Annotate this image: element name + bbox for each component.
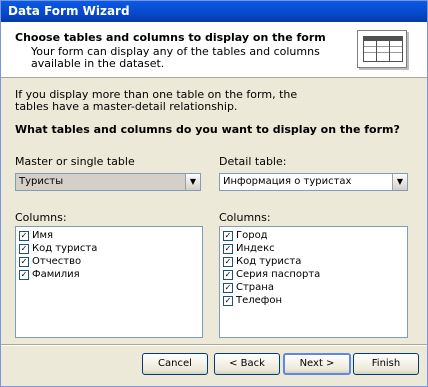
checkbox-checked[interactable]: ✓ bbox=[223, 270, 233, 280]
window-title: Data Form Wizard bbox=[8, 4, 130, 18]
list-item[interactable]: ✓ Телефон bbox=[220, 294, 407, 307]
list-item[interactable]: ✓ Код туриста bbox=[220, 255, 407, 268]
list-item[interactable]: ✓ Страна bbox=[220, 281, 407, 294]
list-item[interactable]: ✓ Индекс bbox=[220, 242, 407, 255]
intro-text: If you display more than one table on th… bbox=[15, 88, 298, 113]
finish-button[interactable]: Finish bbox=[353, 353, 419, 375]
chevron-down-icon[interactable]: ▼ bbox=[185, 174, 200, 190]
next-button[interactable]: Next > bbox=[283, 353, 351, 375]
checkbox-checked[interactable]: ✓ bbox=[223, 296, 233, 306]
footer-divider bbox=[1, 344, 427, 346]
checkbox-checked[interactable]: ✓ bbox=[19, 244, 29, 254]
detail-table-label: Detail table: bbox=[219, 155, 287, 168]
header-subtitle: Your form can display any of the tables … bbox=[31, 45, 320, 70]
list-item[interactable]: ✓ Фамилия bbox=[16, 268, 202, 281]
header-title: Choose tables and columns to display on … bbox=[15, 31, 326, 44]
checkbox-checked[interactable]: ✓ bbox=[223, 244, 233, 254]
wizard-window: Data Form Wizard Choose tables and colum… bbox=[0, 0, 428, 387]
master-table-label: Master or single table bbox=[15, 155, 135, 168]
detail-columns-list[interactable]: ✓ Город ✓ Индекс ✓ Код туриста ✓ Серия паспо… bbox=[219, 226, 408, 338]
master-columns-label: Columns: bbox=[15, 211, 67, 224]
master-table-select[interactable]: Туристы ▼ bbox=[15, 173, 201, 191]
detail-columns-label: Columns: bbox=[219, 211, 271, 224]
master-table-value: Туристы bbox=[19, 176, 64, 187]
list-item[interactable]: ✓ Отчество bbox=[16, 255, 202, 268]
checkbox-checked[interactable]: ✓ bbox=[19, 231, 29, 241]
detail-table-select[interactable]: Информация о туристах ▼ bbox=[219, 173, 408, 191]
question-text: What tables and columns do you want to d… bbox=[15, 123, 400, 136]
list-item[interactable]: ✓ Имя bbox=[16, 229, 202, 242]
list-item[interactable]: ✓ Серия паспорта bbox=[220, 268, 407, 281]
master-columns-list[interactable]: ✓ Имя ✓ Код туриста ✓ Отчество ✓ Фамилия bbox=[15, 226, 203, 338]
checkbox-checked[interactable]: ✓ bbox=[19, 257, 29, 267]
back-button[interactable]: < Back bbox=[214, 353, 280, 375]
title-bar[interactable]: Data Form Wizard bbox=[1, 1, 427, 22]
checkbox-checked[interactable]: ✓ bbox=[223, 283, 233, 293]
list-item[interactable]: ✓ Код туриста bbox=[16, 242, 202, 255]
wizard-header: Choose tables and columns to display on … bbox=[1, 22, 427, 78]
detail-table-value: Информация о туристах bbox=[223, 176, 352, 187]
cancel-button[interactable]: Cancel bbox=[142, 353, 208, 375]
data-form-icon bbox=[357, 30, 407, 68]
checkbox-checked[interactable]: ✓ bbox=[223, 257, 233, 267]
checkbox-checked[interactable]: ✓ bbox=[19, 270, 29, 280]
chevron-down-icon[interactable]: ▼ bbox=[392, 174, 407, 190]
checkbox-checked[interactable]: ✓ bbox=[223, 231, 233, 241]
list-item[interactable]: ✓ Город bbox=[220, 229, 407, 242]
